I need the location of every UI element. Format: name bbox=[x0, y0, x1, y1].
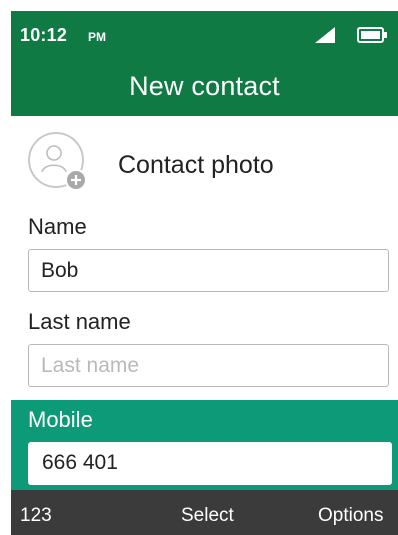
mobile-field[interactable]: 666 401 bbox=[28, 442, 392, 485]
last-name-placeholder: Last name bbox=[41, 354, 140, 377]
status-time: 10:12 bbox=[20, 25, 68, 45]
battery-icon bbox=[357, 27, 387, 43]
page-title: New contact bbox=[129, 71, 280, 101]
name-field-value: Bob bbox=[41, 259, 79, 282]
name-label: Name bbox=[28, 214, 87, 239]
device-screen: 10:12 PM New contact Contact photo Name … bbox=[11, 11, 398, 535]
softkey-select[interactable]: Select bbox=[181, 505, 234, 527]
softkey-bar: 123 Select Options bbox=[11, 490, 398, 535]
contact-photo-row[interactable]: Contact photo bbox=[11, 116, 398, 208]
softkey-options[interactable]: Options bbox=[318, 505, 383, 527]
mobile-label: Mobile bbox=[28, 407, 93, 432]
status-ampm: PM bbox=[88, 30, 106, 44]
last-name-field[interactable]: Last name bbox=[28, 344, 389, 387]
mobile-field-value: 666 401 bbox=[42, 451, 118, 474]
last-name-label: Last name bbox=[28, 309, 131, 334]
title-bar: New contact bbox=[11, 57, 398, 116]
name-field[interactable]: Bob bbox=[28, 249, 389, 292]
mobile-section-selected[interactable]: Mobile 666 401 bbox=[11, 400, 398, 490]
avatar-add-icon bbox=[28, 132, 87, 191]
status-bar: 10:12 PM bbox=[11, 11, 398, 57]
signal-icon bbox=[315, 27, 335, 43]
softkey-left-123[interactable]: 123 bbox=[20, 505, 52, 527]
contact-photo-label: Contact photo bbox=[118, 151, 274, 179]
